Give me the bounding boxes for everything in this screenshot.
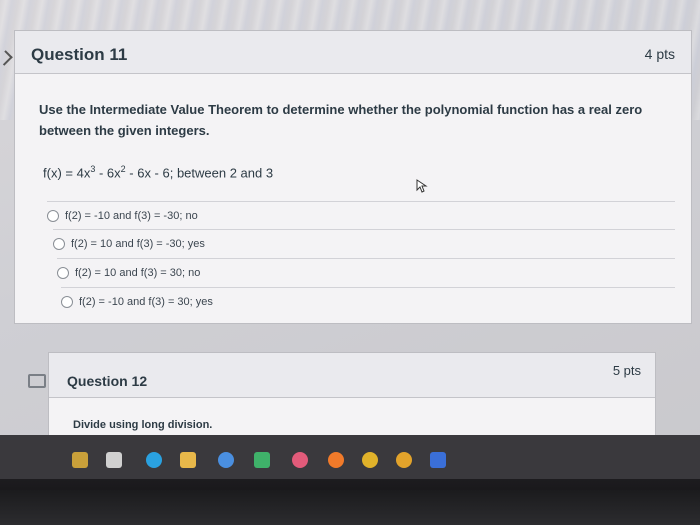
question-11-card: Question 11 4 pts Use the Intermediate V…	[14, 30, 692, 324]
collapse-chevron-icon[interactable]	[0, 50, 13, 66]
question-12-prompt: Divide using long division.	[73, 419, 213, 431]
taskbar-strip	[0, 435, 700, 479]
question-12-header: Question 12 5 pts	[49, 353, 655, 398]
laptop-bezel	[0, 490, 700, 525]
radio-button[interactable]	[47, 210, 59, 222]
answer-option-3[interactable]: f(2) = 10 and f(3) = 30; no	[57, 258, 675, 287]
store-icon[interactable]	[180, 452, 196, 468]
music-icon[interactable]	[292, 452, 308, 468]
app-icon[interactable]	[218, 452, 234, 468]
question-11-header: Question 11 4 pts	[15, 31, 691, 74]
question-11-function: f(x) = 4x3 - 6x2 - 6x - 6; between 2 and…	[43, 164, 274, 181]
chrome-icon[interactable]	[362, 452, 378, 468]
answer-label: f(2) = -10 and f(3) = -30; no	[65, 210, 198, 222]
question-12-title: Question 12	[67, 373, 148, 389]
files-icon[interactable]	[254, 452, 270, 468]
question-11-title: Question 11	[31, 45, 128, 64]
answer-option-4[interactable]: f(2) = -10 and f(3) = 30; yes	[61, 287, 675, 316]
radio-button[interactable]	[57, 267, 69, 279]
check-app-icon[interactable]	[396, 452, 412, 468]
question-11-prompt: Use the Intermediate Value Theorem to de…	[39, 102, 643, 138]
mouse-cursor-icon	[416, 179, 428, 193]
answer-option-2[interactable]: f(2) = 10 and f(3) = -30; yes	[53, 229, 675, 258]
question-12-points: 5 pts	[612, 363, 641, 378]
radio-button[interactable]	[53, 238, 65, 250]
task-view-icon[interactable]	[106, 452, 122, 468]
answer-label: f(2) = 10 and f(3) = 30; no	[75, 267, 201, 279]
download-icon[interactable]	[72, 452, 88, 468]
edge-browser-icon[interactable]	[146, 452, 162, 468]
flag-question-icon[interactable]	[28, 374, 46, 388]
answer-label: f(2) = -10 and f(3) = 30; yes	[79, 296, 213, 308]
answer-label: f(2) = 10 and f(3) = -30; yes	[71, 238, 205, 250]
firefox-icon[interactable]	[328, 452, 344, 468]
answer-option-1[interactable]: f(2) = -10 and f(3) = -30; no	[47, 201, 675, 230]
video-icon[interactable]	[430, 452, 446, 468]
question-11-points: 4 pts	[644, 46, 675, 62]
radio-button[interactable]	[61, 296, 73, 308]
